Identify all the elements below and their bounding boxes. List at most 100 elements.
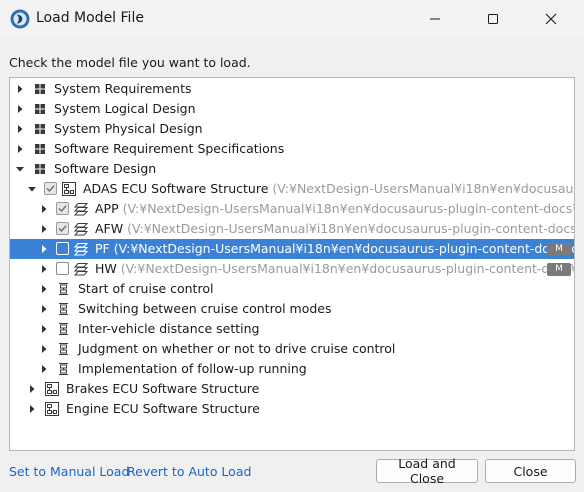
sequence-icon — [59, 283, 68, 295]
chevron-right-icon[interactable] — [38, 323, 50, 335]
tree-row-checkbox[interactable] — [56, 262, 69, 275]
chevron-down-icon[interactable] — [14, 163, 26, 175]
tree-row[interactable]: Judgment on whether or not to drive crui… — [10, 339, 574, 359]
tree-row-label: Software Design — [54, 161, 156, 176]
tree-row[interactable]: System Logical Design — [10, 99, 574, 119]
tree-row[interactable]: Brakes ECU Software Structure — [10, 379, 574, 399]
chevron-right-icon[interactable] — [26, 403, 38, 415]
tree-row[interactable]: HW (V:¥NextDesign-UsersManual¥i18n¥en¥do… — [10, 259, 574, 279]
window-title: Load Model File — [36, 10, 144, 26]
sequence-icon — [59, 363, 68, 375]
load-and-close-button[interactable]: Load and Close — [376, 456, 478, 486]
chevron-right-icon[interactable] — [38, 243, 50, 255]
tree-row-label: System Logical Design — [54, 101, 196, 116]
chevron-right-icon[interactable] — [38, 203, 50, 215]
tree-row-checkbox[interactable] — [56, 202, 69, 215]
chevron-right-icon[interactable] — [38, 363, 50, 375]
tree-row-label: HW (V:¥NextDesign-UsersManual¥i18n¥en¥do… — [95, 261, 574, 276]
tree-item-name: System Requirements — [54, 81, 192, 96]
layer-icon — [73, 243, 89, 256]
tree-row[interactable]: Start of cruise control — [10, 279, 574, 299]
layer-icon — [73, 203, 89, 216]
sequence-icon — [59, 343, 68, 355]
tree-item-name: Judgment on whether or not to drive crui… — [78, 341, 396, 356]
tree-row-checkbox[interactable] — [44, 182, 57, 195]
tree-row[interactable]: Software Requirement Specifications — [10, 139, 574, 159]
set-manual-load-link[interactable]: Set to Manual Load — [9, 464, 129, 479]
tree-row-label: ADAS ECU Software Structure (V:¥NextDesi… — [83, 181, 574, 196]
tree-row-label: Inter-vehicle distance setting — [78, 321, 259, 336]
tree-row-label: Software Requirement Specifications — [54, 141, 284, 156]
tree-row[interactable]: Implementation of follow-up running — [10, 359, 574, 379]
tree-row[interactable]: System Physical Design — [10, 119, 574, 139]
chevron-right-icon[interactable] — [38, 263, 50, 275]
tree-row[interactable]: APP (V:¥NextDesign-UsersManual¥i18n¥en¥d… — [10, 199, 574, 219]
tree-row-label: Switching between cruise control modes — [78, 301, 332, 316]
tree-row[interactable]: Inter-vehicle distance setting — [10, 319, 574, 339]
title-bar: Load Model File — [0, 0, 584, 38]
tree-row[interactable]: System Requirements — [10, 79, 574, 99]
tree-row-label: System Requirements — [54, 81, 192, 96]
layer-icon — [73, 223, 89, 236]
grid-icon — [35, 104, 45, 114]
grid-icon — [35, 84, 45, 94]
tree-item-path: (V:¥NextDesign-UsersManual¥i18n¥en¥docus… — [113, 241, 574, 256]
tree-row[interactable]: ADAS ECU Software Structure (V:¥NextDesi… — [10, 179, 574, 199]
modified-badge: M — [547, 243, 571, 256]
tree-item-name: Engine ECU Software Structure — [66, 401, 260, 416]
checkmark-icon — [58, 205, 67, 213]
sequence-icon — [59, 303, 68, 315]
tree-item-name: APP — [95, 201, 119, 216]
structure-icon — [45, 382, 59, 396]
model-file-tree[interactable]: System Requirements System Logical Design… — [9, 77, 575, 451]
tree-item-name: PF — [95, 241, 110, 256]
tree-item-path: (V:¥NextDesign-UsersManual¥i18n¥en¥docus… — [272, 181, 574, 196]
tree-row[interactable]: Software Design — [10, 159, 574, 179]
tree-row[interactable]: AFW (V:¥NextDesign-UsersManual¥i18n¥en¥d… — [10, 219, 574, 239]
chevron-right-icon[interactable] — [38, 303, 50, 315]
chevron-right-icon[interactable] — [14, 103, 26, 115]
close-button[interactable]: Close — [485, 459, 576, 483]
tree-item-name: Switching between cruise control modes — [78, 301, 332, 316]
chevron-right-icon[interactable] — [26, 383, 38, 395]
close-icon — [545, 13, 557, 25]
grid-icon — [35, 124, 45, 134]
chevron-right-icon[interactable] — [14, 83, 26, 95]
tree-row-label: AFW (V:¥NextDesign-UsersManual¥i18n¥en¥d… — [95, 221, 574, 236]
tree-item-name: Software Requirement Specifications — [54, 141, 285, 156]
tree-item-name: Brakes ECU Software Structure — [66, 381, 260, 396]
tree-item-path: (V:¥NextDesign-UsersManual¥i18n¥en¥docus… — [120, 261, 574, 276]
tree-item-path: (V:¥NextDesign-UsersManual¥i18n¥en¥docus… — [127, 221, 574, 236]
tree-row[interactable]: Switching between cruise control modes — [10, 299, 574, 319]
tree-row-label: Implementation of follow-up running — [78, 361, 307, 376]
structure-icon — [62, 182, 76, 196]
close-window-button[interactable] — [528, 0, 574, 38]
chevron-down-icon[interactable] — [26, 183, 38, 195]
tree-item-name: Software Design — [54, 161, 157, 176]
chevron-right-icon[interactable] — [38, 223, 50, 235]
tree-item-name: Implementation of follow-up running — [78, 361, 307, 376]
tree-row-label: Start of cruise control — [78, 281, 213, 296]
revert-auto-load-link[interactable]: Revert to Auto Load — [127, 464, 251, 479]
app-logo-icon — [10, 9, 30, 29]
chevron-right-icon[interactable] — [38, 343, 50, 355]
layer-icon — [73, 263, 89, 276]
tree-row-label: Judgment on whether or not to drive crui… — [78, 341, 395, 356]
tree-row[interactable]: Engine ECU Software Structure — [10, 399, 574, 419]
tree-row-label: APP (V:¥NextDesign-UsersManual¥i18n¥en¥d… — [95, 201, 574, 216]
checkmark-icon — [58, 225, 67, 233]
tree-row-checkbox[interactable] — [56, 242, 69, 255]
tree-item-name: System Logical Design — [54, 101, 196, 116]
tree-row[interactable]: PF (V:¥NextDesign-UsersManual¥i18n¥en¥do… — [10, 239, 574, 259]
maximize-icon — [488, 14, 498, 24]
chevron-right-icon[interactable] — [38, 283, 50, 295]
tree-row-label: Engine ECU Software Structure — [66, 401, 260, 416]
tree-item-name: ADAS ECU Software Structure — [83, 181, 269, 196]
minimize-button[interactable] — [412, 0, 458, 38]
tree-row-label: System Physical Design — [54, 121, 203, 136]
chevron-right-icon[interactable] — [14, 123, 26, 135]
maximize-button[interactable] — [470, 0, 516, 38]
chevron-right-icon[interactable] — [14, 143, 26, 155]
tree-row-label: PF (V:¥NextDesign-UsersManual¥i18n¥en¥do… — [95, 241, 574, 256]
tree-row-checkbox[interactable] — [56, 222, 69, 235]
